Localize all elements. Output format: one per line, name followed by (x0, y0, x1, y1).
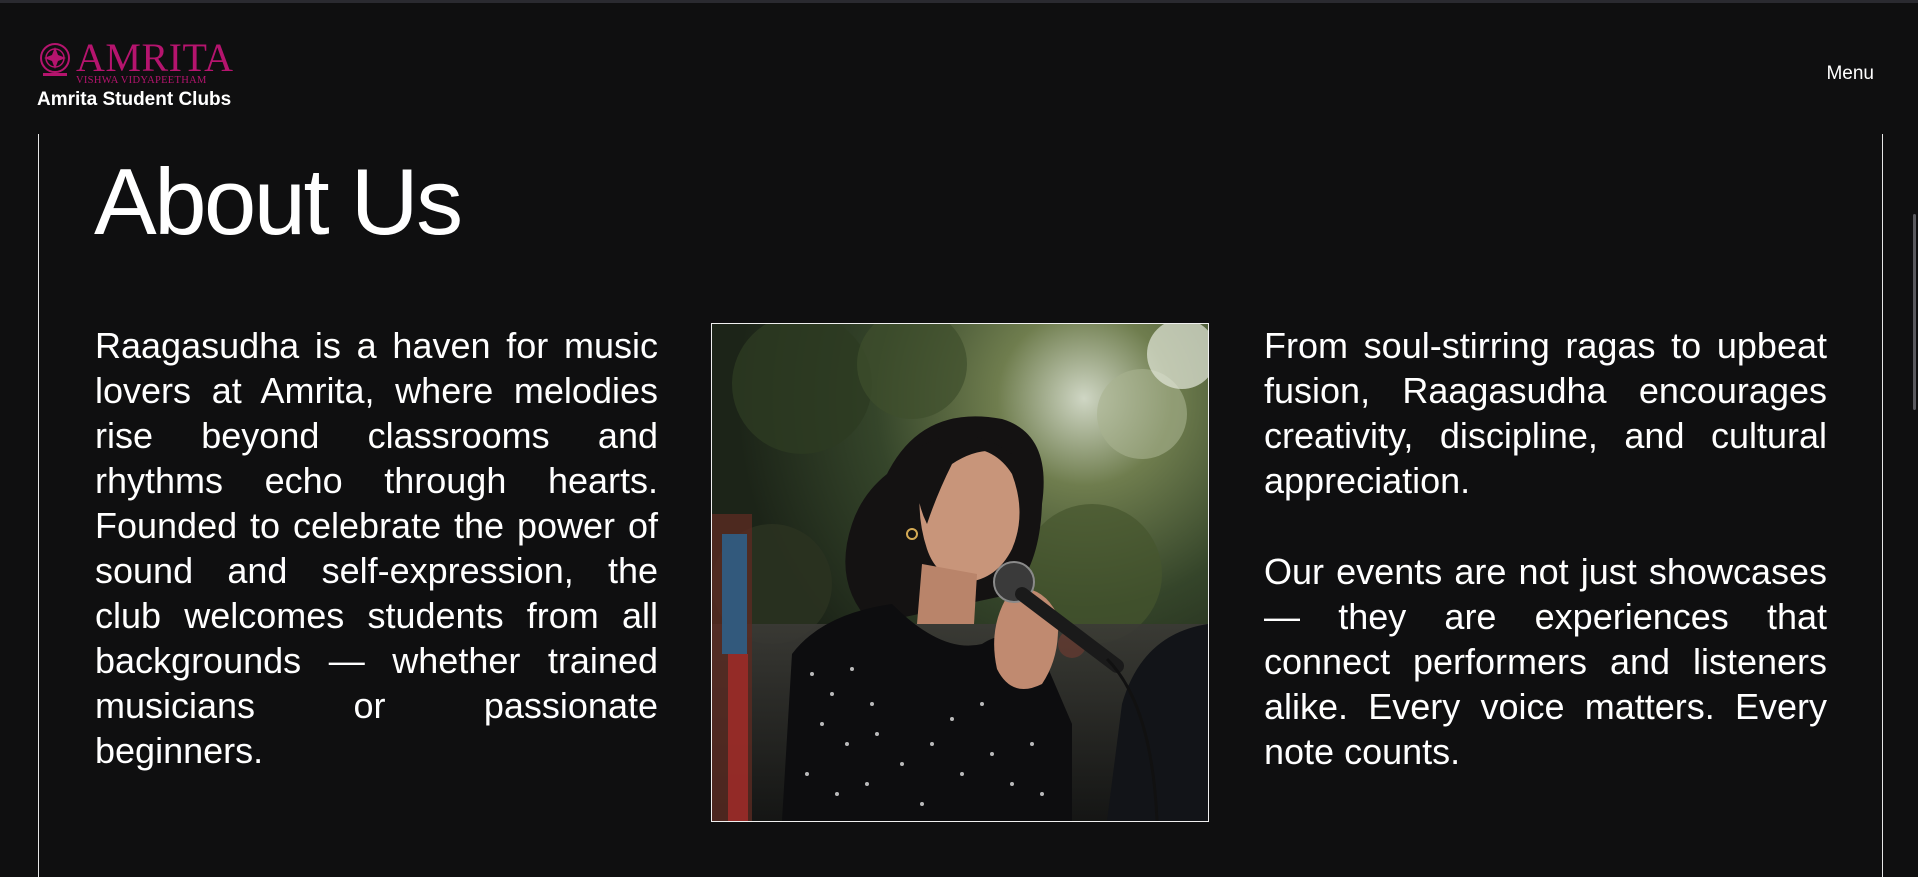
frame-border-right (1882, 134, 1883, 877)
about-paragraph-right-2: Our events are not just showcases — they… (1264, 551, 1827, 772)
site-name[interactable]: Amrita Student Clubs (37, 89, 231, 111)
logo-text: AMRITA VISHWA VIDYAPEETHAM (76, 35, 234, 87)
about-paragraph-left: Raagasudha is a haven for music lovers a… (95, 325, 658, 771)
about-paragraph-right-1: From soul-stirring ragas to upbeat fusio… (1264, 325, 1827, 501)
frame-border-left (38, 134, 39, 877)
scrollbar-thumb[interactable] (1913, 214, 1916, 410)
amrita-logo[interactable]: AMRITA VISHWA VIDYAPEETHAM (38, 35, 234, 87)
singer-photo (711, 323, 1209, 822)
menu-button[interactable]: Menu (1826, 63, 1874, 85)
page-title: About Us (94, 149, 463, 254)
singer-photo-illustration (712, 324, 1208, 821)
logo-subtitle: VISHWA VIDYAPEETHAM (76, 75, 207, 86)
amrita-emblem-icon (40, 43, 70, 76)
logo-wordmark: AMRITA (76, 35, 234, 80)
site-header: AMRITA VISHWA VIDYAPEETHAM Amrita Studen… (0, 3, 1918, 133)
